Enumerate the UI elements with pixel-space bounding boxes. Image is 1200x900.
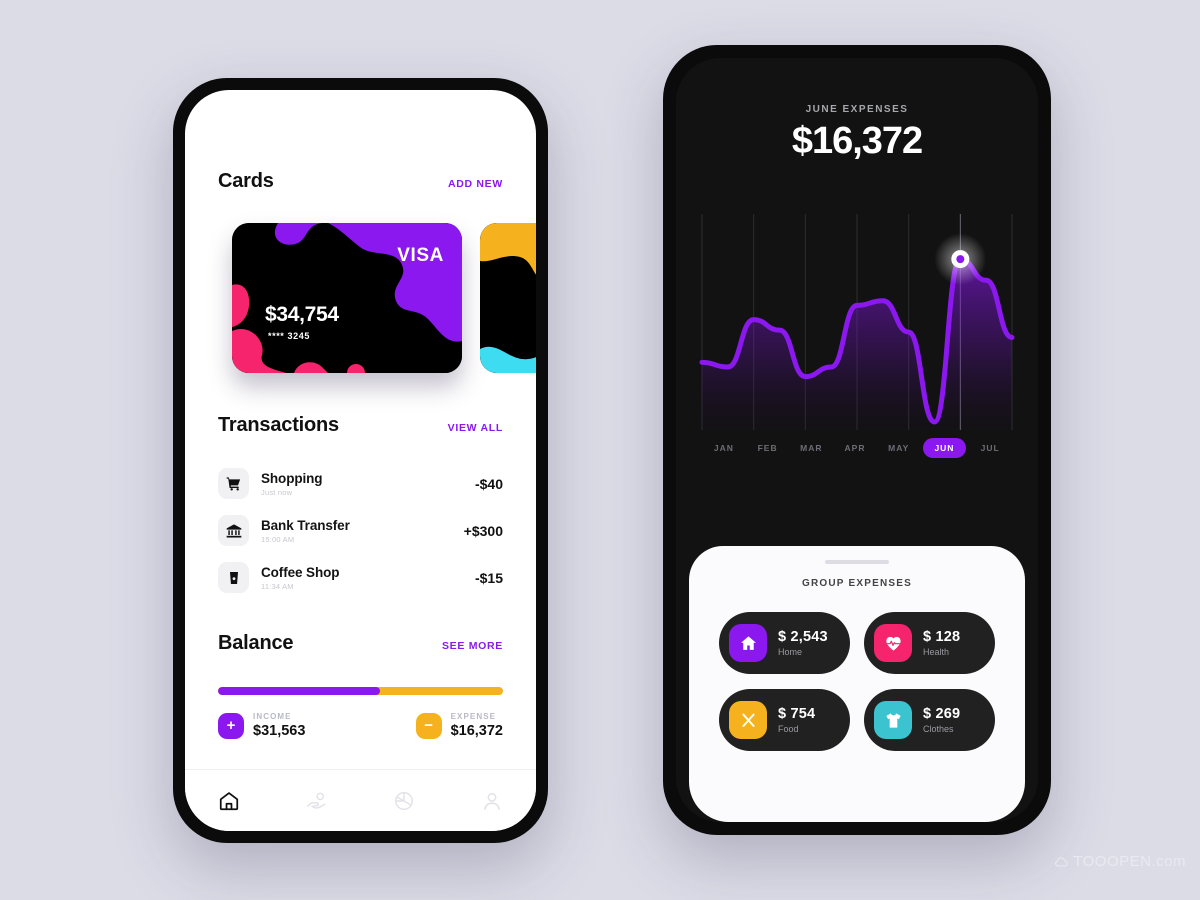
expense-value: $16,372 <box>450 723 503 739</box>
pie-chart-icon <box>395 791 414 810</box>
transaction-name: Bank Transfer <box>261 517 350 533</box>
person-icon <box>484 792 500 810</box>
chart-highlight-marker <box>934 233 987 286</box>
credit-card-visa[interactable]: VISA $34,754 **** 3245 <box>232 223 462 373</box>
group-expense-category: Clothes <box>923 724 954 734</box>
transactions-title: Transactions <box>218 414 339 436</box>
add-new-button[interactable]: ADD NEW <box>448 178 503 190</box>
watermark-text: TOOOPEN.com <box>1073 853 1186 870</box>
phone-left: Cards ADD NEW VISA $34,754 **** 3245 Tra… <box>173 78 548 843</box>
view-all-button[interactable]: VIEW ALL <box>448 422 503 434</box>
expense-label: EXPENSE <box>450 712 497 721</box>
transaction-row-bank-transfer[interactable]: Bank Transfer 15:00 AM +$300 <box>185 507 536 554</box>
plus-icon: + <box>218 712 244 739</box>
transaction-name: Coffee Shop <box>261 564 340 580</box>
bottom-navigation <box>185 769 536 831</box>
transaction-info: Coffee Shop 11:34 AM <box>249 565 475 591</box>
group-expense-card-health[interactable]: $ 128 Health <box>864 612 995 674</box>
balance-progress-fill <box>218 687 381 695</box>
card-masked-number: **** 3245 <box>268 331 310 341</box>
group-expense-amount: $ 269 <box>923 706 961 722</box>
heartbeat-icon <box>874 624 912 662</box>
sheet-drag-handle[interactable] <box>825 560 889 564</box>
group-expense-category: Health <box>923 647 950 657</box>
nav-item-payments[interactable] <box>273 790 361 812</box>
income-stat[interactable]: + INCOME $31,563 <box>218 712 305 739</box>
nav-item-statistics[interactable] <box>361 790 449 812</box>
transaction-info: Bank Transfer 15:00 AM <box>249 518 464 544</box>
transaction-amount: -$15 <box>474 569 503 586</box>
hand-coin-icon <box>306 792 326 809</box>
transaction-amount: +$300 <box>463 522 503 539</box>
transactions-header: Transactions VIEW ALL <box>185 414 536 437</box>
card-carousel[interactable]: VISA $34,754 **** 3245 <box>185 223 536 378</box>
group-expense-category: Home <box>778 647 803 657</box>
group-expense-amount: $ 128 <box>923 629 961 645</box>
card-blob-art-secondary <box>480 223 536 373</box>
screenshot-canvas: Cards ADD NEW VISA $34,754 **** 3245 Tra… <box>0 0 1200 900</box>
month-jul[interactable]: JUL <box>968 438 1012 458</box>
transaction-name: Shopping <box>261 470 323 486</box>
income-value: $31,563 <box>253 723 306 739</box>
transaction-row-shopping[interactable]: Shopping Just now -$40 <box>185 460 536 507</box>
income-label: INCOME <box>253 712 292 721</box>
expenses-period-label: JUNE EXPENSES <box>805 104 909 115</box>
month-feb[interactable]: FEB <box>746 438 790 458</box>
cutlery-icon <box>729 701 767 739</box>
balance-title: Balance <box>218 632 294 654</box>
expenses-chart[interactable] <box>676 206 1038 476</box>
screen-right: JUNE EXPENSES $16,372 JAN FEB MAR APR MA… <box>676 58 1038 822</box>
transaction-amount: -$40 <box>474 475 503 492</box>
bank-icon <box>218 515 249 546</box>
group-expense-amount: $ 754 <box>778 706 816 722</box>
month-apr[interactable]: APR <box>833 438 877 458</box>
transaction-info: Shopping Just now <box>249 471 475 497</box>
minus-icon: − <box>415 712 442 739</box>
month-jan[interactable]: JAN <box>702 438 746 458</box>
credit-card-secondary[interactable] <box>480 223 536 373</box>
group-expense-card-food[interactable]: $ 754 Food <box>719 689 850 751</box>
card-brand-label: VISA <box>397 245 444 266</box>
group-expenses-grid: $ 2,543 Home $ 128 Health $ 754 Food $ 2… <box>719 612 995 751</box>
balance-header: Balance SEE MORE <box>185 632 536 655</box>
group-expense-card-home[interactable]: $ 2,543 Home <box>719 612 850 674</box>
balance-progress-bar <box>218 687 503 695</box>
transaction-row-coffee-shop[interactable]: Coffee Shop 11:34 AM -$15 <box>185 554 536 601</box>
home-icon <box>219 791 238 810</box>
transaction-time: 11:34 AM <box>261 581 294 591</box>
cloud-icon <box>1055 856 1068 867</box>
coffee-cup-icon <box>218 562 249 593</box>
cards-title: Cards <box>218 170 274 192</box>
phone-right: JUNE EXPENSES $16,372 JAN FEB MAR APR MA… <box>663 45 1051 835</box>
transactions-list: Shopping Just now -$40 Bank Transfer 15:… <box>185 460 536 601</box>
watermark: TOOOPEN.com <box>1053 853 1186 870</box>
screen-left: Cards ADD NEW VISA $34,754 **** 3245 Tra… <box>185 90 536 831</box>
month-mar[interactable]: MAR <box>789 438 833 458</box>
card-amount: $34,754 <box>265 303 339 326</box>
group-expenses-title: GROUP EXPENSES <box>802 578 912 589</box>
month-may[interactable]: MAY <box>877 438 921 458</box>
transaction-time: 15:00 AM <box>261 534 295 544</box>
group-expenses-sheet: GROUP EXPENSES $ 2,543 Home $ 128 Health… <box>689 546 1025 822</box>
tshirt-icon <box>874 701 912 739</box>
balance-stats: + INCOME $31,563 − EXPENSE $16,372 <box>185 712 536 739</box>
expense-stat[interactable]: − EXPENSE $16,372 <box>415 712 503 739</box>
home-icon <box>729 624 767 662</box>
group-expense-card-clothes[interactable]: $ 269 Clothes <box>864 689 995 751</box>
nav-item-home[interactable] <box>185 790 273 812</box>
see-more-button[interactable]: SEE MORE <box>442 640 503 652</box>
chart-svg <box>699 214 1015 430</box>
month-selector[interactable]: JAN FEB MAR APR MAY JUN JUL <box>676 438 1038 458</box>
group-expense-amount: $ 2,543 <box>778 629 828 645</box>
shopping-cart-icon <box>218 468 249 499</box>
group-expense-category: Food <box>778 724 799 734</box>
transaction-time: Just now <box>261 487 293 497</box>
nav-item-profile[interactable] <box>448 790 536 812</box>
month-jun[interactable]: JUN <box>922 438 967 458</box>
expenses-total: $16,372 <box>791 120 923 162</box>
cards-header: Cards ADD NEW <box>185 170 536 193</box>
